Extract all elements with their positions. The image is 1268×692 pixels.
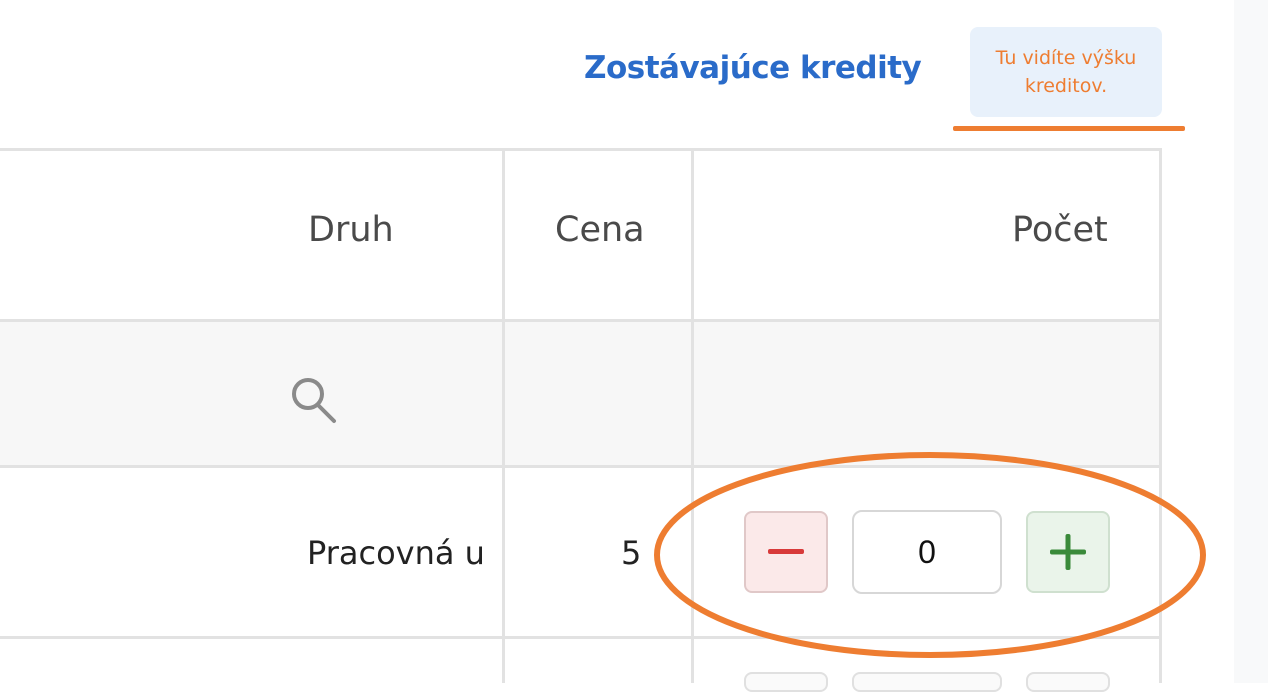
header-row-divider [0, 319, 1162, 322]
column-divider-cena [691, 148, 694, 683]
minus-icon [768, 549, 804, 554]
decrement-button[interactable] [744, 511, 828, 593]
quantity-input[interactable] [852, 510, 1002, 594]
credits-tooltip: Tu vidíte výšku kreditov. [970, 27, 1162, 117]
next-row-quantity-input[interactable] [852, 672, 1002, 692]
column-header-cena[interactable]: Cena [555, 210, 645, 250]
column-header-druh[interactable]: Druh [308, 210, 394, 250]
row-divider [0, 636, 1162, 639]
column-divider-pocet [1159, 148, 1162, 683]
plus-icon [1050, 534, 1086, 570]
table-row: Pracovná u [0, 468, 500, 636]
remaining-credits-link[interactable]: Zostávajúce kredity [584, 50, 922, 86]
next-row-plus-button[interactable] [1026, 672, 1110, 692]
column-header-pocet[interactable]: Počet [1012, 210, 1108, 250]
page-gutter [1234, 0, 1268, 683]
cell-cena: 5 [621, 534, 642, 572]
filter-row [0, 322, 1160, 466]
annotation-underline [953, 126, 1185, 131]
table-border-top [0, 148, 1162, 151]
next-row-minus-button[interactable] [744, 672, 828, 692]
column-divider-druh [502, 148, 505, 683]
cell-druh: Pracovná u [307, 534, 485, 572]
search-icon[interactable] [286, 373, 340, 427]
increment-button[interactable] [1026, 511, 1110, 593]
tooltip-text: Tu vidíte výšku kreditov. [995, 47, 1137, 97]
